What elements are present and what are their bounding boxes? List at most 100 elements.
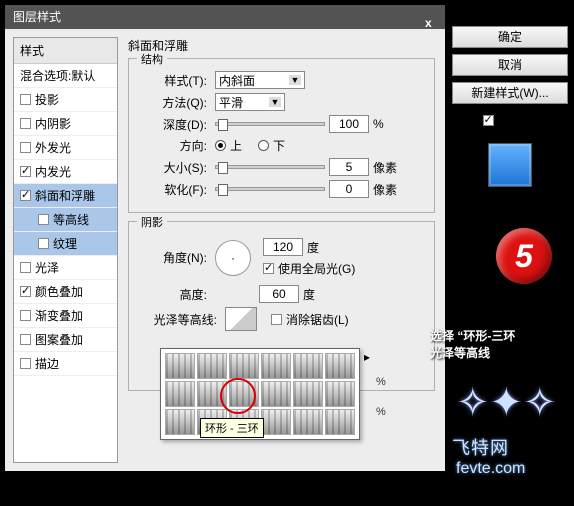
checkbox[interactable] [20, 286, 31, 297]
pct-label: % [376, 376, 386, 388]
brand-url: fevte.com [456, 460, 525, 478]
contour-swatch[interactable] [293, 353, 323, 379]
sidebar-item-label: 颜色叠加 [35, 283, 83, 300]
sidebar-item-label: 纹理 [53, 235, 77, 252]
sidebar-item-inner-shadow[interactable]: 内阴影 [14, 112, 117, 136]
antialias-label: 消除锯齿(L) [286, 311, 349, 328]
angle-wheel[interactable]: · [215, 240, 251, 276]
panel-title: 斜面和浮雕 [128, 37, 435, 54]
sidebar-item-pattern-overlay[interactable]: 图案叠加 [14, 328, 117, 352]
sidebar-item-label: 外发光 [35, 139, 71, 156]
contour-swatch[interactable] [197, 381, 227, 407]
depth-slider[interactable] [215, 122, 325, 126]
contour-swatch[interactable] [293, 381, 323, 407]
sidebar-item-texture[interactable]: 纹理 [14, 232, 117, 256]
sidebar-item-stroke[interactable]: 描边 [14, 352, 117, 376]
preview-label: 预览(V) [498, 112, 538, 129]
checkbox[interactable] [38, 214, 49, 225]
wings-icon: ✧✦✧ [456, 380, 557, 426]
gloss-contour-picker[interactable] [225, 307, 257, 331]
angle-input[interactable]: 120 [263, 238, 303, 256]
angle-unit: 度 [307, 239, 319, 256]
checkbox[interactable] [20, 118, 31, 129]
checkbox[interactable] [20, 166, 31, 177]
contour-swatch[interactable] [261, 381, 291, 407]
checkbox[interactable] [20, 310, 31, 321]
depth-input[interactable]: 100 [329, 115, 369, 133]
sidebar-item-bevel-emboss[interactable]: 斜面和浮雕 [14, 184, 117, 208]
direction-up-radio[interactable] [215, 140, 226, 151]
sidebar-item-blend-defaults[interactable]: 混合选项:默认 [14, 64, 117, 88]
shading-legend: 阴影 [137, 214, 167, 230]
brand-text: 飞特网 [452, 434, 509, 460]
sidebar-item-gradient-overlay[interactable]: 渐变叠加 [14, 304, 117, 328]
step-badge: 5 [496, 228, 552, 284]
sidebar-item-satin[interactable]: 光泽 [14, 256, 117, 280]
soften-unit: 像素 [373, 181, 397, 198]
contour-swatch[interactable] [325, 409, 355, 435]
contour-swatch[interactable] [165, 409, 195, 435]
titlebar[interactable]: 图层样式 x [5, 5, 445, 29]
structure-legend: 结构 [137, 51, 167, 67]
style-select[interactable]: 内斜面▼ [215, 71, 305, 89]
preview-checkbox[interactable] [483, 115, 494, 126]
technique-select[interactable]: 平滑▼ [215, 93, 285, 111]
contour-swatch[interactable] [165, 381, 195, 407]
contour-swatch[interactable] [293, 409, 323, 435]
sidebar-item-label: 等高线 [53, 211, 89, 228]
popup-side-arrow-icon[interactable]: ▸ [360, 350, 374, 364]
checkbox[interactable] [20, 142, 31, 153]
depth-unit: % [373, 117, 384, 131]
sidebar-item-outer-glow[interactable]: 外发光 [14, 136, 117, 160]
checkbox[interactable] [38, 238, 49, 249]
direction-label: 方向: [139, 137, 207, 154]
checkbox[interactable] [20, 190, 31, 201]
contour-swatch[interactable] [229, 353, 259, 379]
altitude-input[interactable]: 60 [259, 285, 299, 303]
contour-swatch[interactable] [261, 353, 291, 379]
checkbox[interactable] [20, 262, 31, 273]
style-label: 样式(T): [139, 72, 207, 89]
sidebar-item-drop-shadow[interactable]: 投影 [14, 88, 117, 112]
contour-swatch[interactable] [325, 381, 355, 407]
contour-swatch[interactable] [261, 409, 291, 435]
checkbox[interactable] [20, 358, 31, 369]
altitude-unit: 度 [303, 286, 315, 303]
contour-tooltip: 环形 - 三环 [200, 418, 264, 438]
sidebar-item-label: 斜面和浮雕 [35, 187, 95, 204]
sidebar-item-label: 光泽 [35, 259, 59, 276]
soften-input[interactable]: 0 [329, 180, 369, 198]
structure-group: 结构 样式(T): 内斜面▼ 方法(Q): 平滑▼ 深度(D): 100 % 方… [128, 58, 435, 213]
checkbox[interactable] [20, 94, 31, 105]
sidebar-item-label: 内阴影 [35, 115, 71, 132]
sidebar-item-label: 混合选项:默认 [20, 67, 95, 84]
size-input[interactable]: 5 [329, 158, 369, 176]
checkbox[interactable] [20, 334, 31, 345]
sidebar-item-label: 渐变叠加 [35, 307, 83, 324]
ok-button[interactable]: 确定 [452, 26, 568, 48]
sidebar-item-contour[interactable]: 等高线 [14, 208, 117, 232]
global-light-checkbox[interactable] [263, 263, 274, 274]
size-slider[interactable] [215, 165, 325, 169]
direction-down-radio[interactable] [258, 140, 269, 151]
soften-label: 软化(F): [139, 181, 207, 198]
contour-swatch[interactable] [229, 381, 259, 407]
sidebar-item-inner-glow[interactable]: 内发光 [14, 160, 117, 184]
new-style-button[interactable]: 新建样式(W)... [452, 82, 568, 104]
angle-label: 角度(N): [139, 249, 207, 266]
technique-label: 方法(Q): [139, 94, 207, 111]
global-light-label: 使用全局光(G) [278, 260, 355, 277]
close-icon[interactable]: x [425, 11, 437, 23]
dialog-title: 图层样式 [13, 5, 61, 29]
cancel-button[interactable]: 取消 [452, 54, 568, 76]
antialias-checkbox[interactable] [271, 314, 282, 325]
sidebar-item-color-overlay[interactable]: 颜色叠加 [14, 280, 117, 304]
contour-swatch[interactable] [197, 353, 227, 379]
contour-swatch[interactable] [165, 353, 195, 379]
contour-swatch[interactable] [325, 353, 355, 379]
pct-label: % [376, 406, 386, 418]
soften-slider[interactable] [215, 187, 325, 191]
size-label: 大小(S): [139, 159, 207, 176]
depth-label: 深度(D): [139, 116, 207, 133]
sidebar-item-label: 描边 [35, 355, 59, 372]
